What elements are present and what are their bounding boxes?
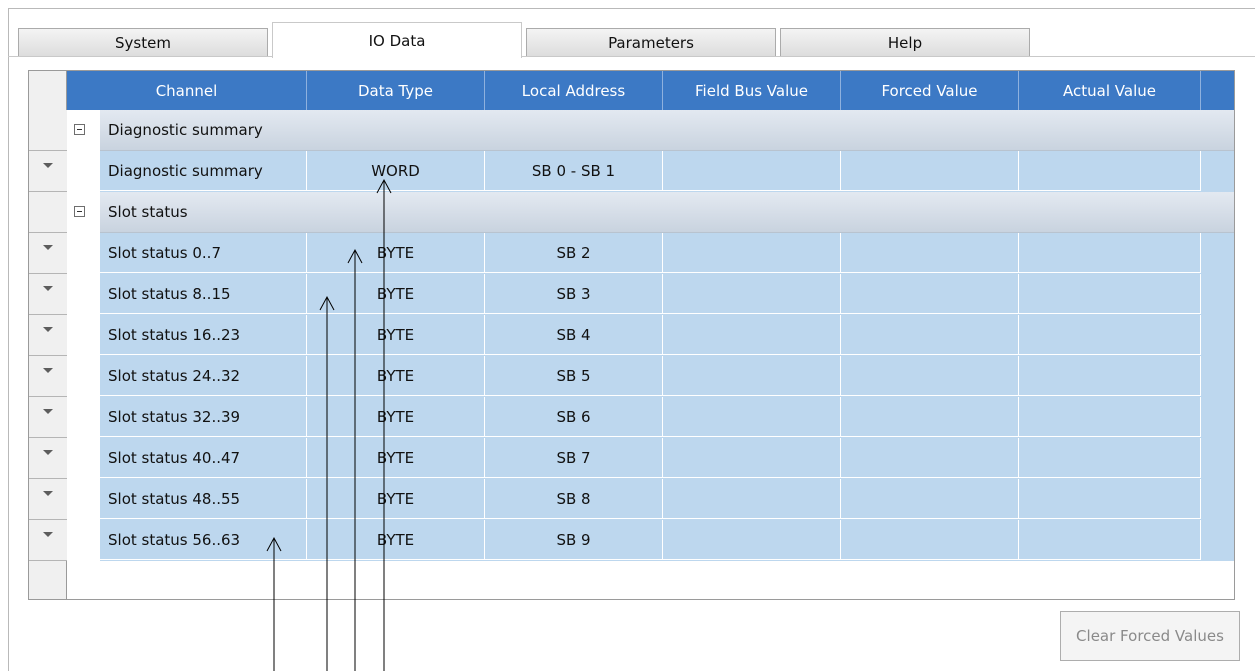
annotation-arrows [266,178,392,671]
arrow-4 [266,536,282,671]
tab-strip-divider [8,56,1255,57]
arrow-1 [376,178,392,671]
arrow-2 [347,248,363,671]
tab-io-data[interactable]: IO Data [272,22,522,58]
arrow-3 [319,295,335,671]
